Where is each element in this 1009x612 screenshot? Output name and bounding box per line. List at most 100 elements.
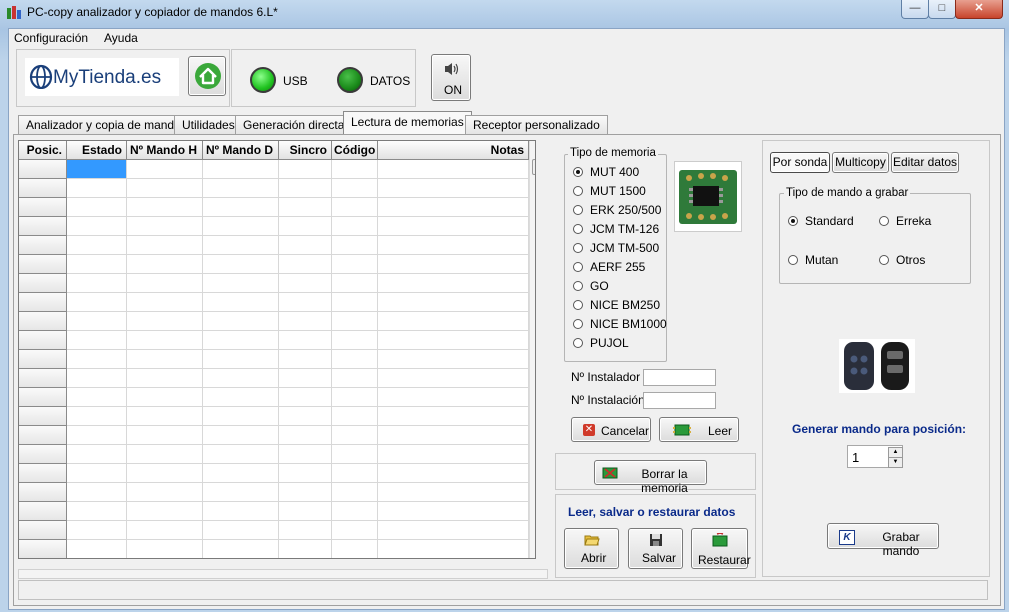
installation-input[interactable] — [643, 392, 716, 409]
radio-dot[interactable] — [573, 319, 583, 329]
table-cell[interactable] — [203, 369, 279, 388]
radio-dot[interactable] — [573, 281, 583, 291]
radio-dot[interactable] — [573, 300, 583, 310]
row-header-cell[interactable] — [19, 407, 67, 426]
table-cell[interactable] — [67, 445, 127, 464]
table-cell[interactable] — [378, 407, 529, 426]
table-cell[interactable] — [203, 407, 279, 426]
table-cell[interactable] — [67, 369, 127, 388]
position-spinner[interactable]: 1 ▲ ▼ — [847, 445, 903, 468]
table-cell[interactable] — [378, 483, 529, 502]
table-cell[interactable] — [279, 255, 332, 274]
table-cell[interactable] — [332, 293, 378, 312]
menu-configuracion[interactable]: Configuración — [14, 31, 88, 45]
table-cell[interactable] — [127, 293, 203, 312]
table-cell[interactable] — [203, 331, 279, 350]
table-cell[interactable] — [127, 502, 203, 521]
table-cell[interactable] — [203, 293, 279, 312]
radio-dot[interactable] — [573, 243, 583, 253]
table-cell[interactable] — [279, 312, 332, 331]
memory-radio-aerf-255[interactable]: AERF 255 — [573, 260, 645, 276]
row-header-cell[interactable] — [19, 293, 67, 312]
table-cell[interactable] — [332, 521, 378, 540]
tab-generacion-directa[interactable]: Generación directa — [235, 115, 353, 134]
table-row[interactable] — [19, 445, 529, 464]
memory-radio-nice-bm1000[interactable]: NICE BM1000 — [573, 317, 667, 333]
table-cell[interactable] — [378, 312, 529, 331]
table-cell[interactable] — [67, 502, 127, 521]
row-header-cell[interactable] — [19, 540, 67, 558]
row-header-cell[interactable] — [19, 160, 67, 179]
table-cell[interactable] — [127, 426, 203, 445]
radio-standard-dot[interactable] — [788, 216, 798, 226]
table-cell[interactable] — [127, 179, 203, 198]
table-cell[interactable] — [279, 179, 332, 198]
table-cell[interactable] — [127, 350, 203, 369]
table-cell[interactable] — [378, 331, 529, 350]
col-header-posic[interactable]: Posic. — [19, 141, 67, 160]
close-button[interactable]: ✕ — [955, 0, 1003, 19]
table-cell[interactable] — [67, 426, 127, 445]
table-cell[interactable] — [378, 217, 529, 236]
table-cell[interactable] — [279, 388, 332, 407]
table-cell[interactable] — [203, 255, 279, 274]
read-button[interactable]: Leer — [659, 417, 739, 442]
table-row[interactable] — [19, 198, 529, 217]
table-cell[interactable] — [67, 331, 127, 350]
radio-erreka-dot[interactable] — [879, 216, 889, 226]
table-cell[interactable] — [127, 483, 203, 502]
table-row[interactable] — [19, 217, 529, 236]
col-header-notas[interactable]: Notas — [378, 141, 529, 160]
col-header-estado[interactable]: Estado — [67, 141, 127, 160]
row-header-cell[interactable] — [19, 255, 67, 274]
mode-radio-otros[interactable]: Otros — [879, 253, 925, 269]
table-cell[interactable] — [127, 160, 203, 179]
table-cell[interactable] — [279, 445, 332, 464]
mode-radio-erreka[interactable]: Erreka — [879, 214, 931, 230]
memory-radio-jcm-tm-500[interactable]: JCM TM-500 — [573, 241, 659, 257]
table-cell[interactable] — [203, 312, 279, 331]
table-cell[interactable] — [203, 426, 279, 445]
data-grid[interactable]: Posic. Estado Nº Mando H Nº Mando D Sinc… — [18, 140, 536, 559]
table-cell[interactable] — [332, 236, 378, 255]
table-cell[interactable] — [279, 293, 332, 312]
table-cell[interactable] — [203, 217, 279, 236]
row-header-cell[interactable] — [19, 483, 67, 502]
row-header-cell[interactable] — [19, 521, 67, 540]
table-cell[interactable] — [332, 312, 378, 331]
table-cell[interactable] — [378, 464, 529, 483]
installer-input[interactable] — [643, 369, 716, 386]
table-cell[interactable] — [127, 369, 203, 388]
table-cell[interactable] — [378, 502, 529, 521]
table-cell[interactable] — [127, 540, 203, 558]
title-bar[interactable]: PC-copy analizador y copiador de mandos … — [0, 0, 1009, 28]
table-cell[interactable] — [203, 274, 279, 293]
scroll-down-icon[interactable]: ▼ — [534, 543, 535, 552]
table-cell[interactable] — [127, 464, 203, 483]
table-cell[interactable] — [378, 369, 529, 388]
table-cell[interactable] — [279, 521, 332, 540]
table-cell[interactable] — [203, 464, 279, 483]
table-cell[interactable] — [279, 160, 332, 179]
table-row[interactable] — [19, 331, 529, 350]
col-header-mando-h[interactable]: Nº Mando H — [127, 141, 203, 160]
table-cell[interactable] — [332, 445, 378, 464]
table-cell[interactable] — [203, 179, 279, 198]
table-cell[interactable] — [332, 160, 378, 179]
radio-otros-dot[interactable] — [879, 255, 889, 265]
radio-dot[interactable] — [573, 186, 583, 196]
row-header-cell[interactable] — [19, 445, 67, 464]
table-cell[interactable] — [378, 388, 529, 407]
table-cell[interactable] — [332, 483, 378, 502]
row-header-cell[interactable] — [19, 179, 67, 198]
table-cell[interactable] — [67, 407, 127, 426]
table-cell[interactable] — [67, 217, 127, 236]
table-cell[interactable] — [127, 198, 203, 217]
open-button[interactable]: Abrir — [564, 528, 619, 569]
table-cell[interactable] — [378, 521, 529, 540]
row-header-cell[interactable] — [19, 331, 67, 350]
mode-radio-mutan[interactable]: Mutan — [788, 253, 838, 269]
maximize-button[interactable]: □ — [928, 0, 956, 19]
table-cell[interactable] — [127, 407, 203, 426]
table-cell[interactable] — [203, 388, 279, 407]
